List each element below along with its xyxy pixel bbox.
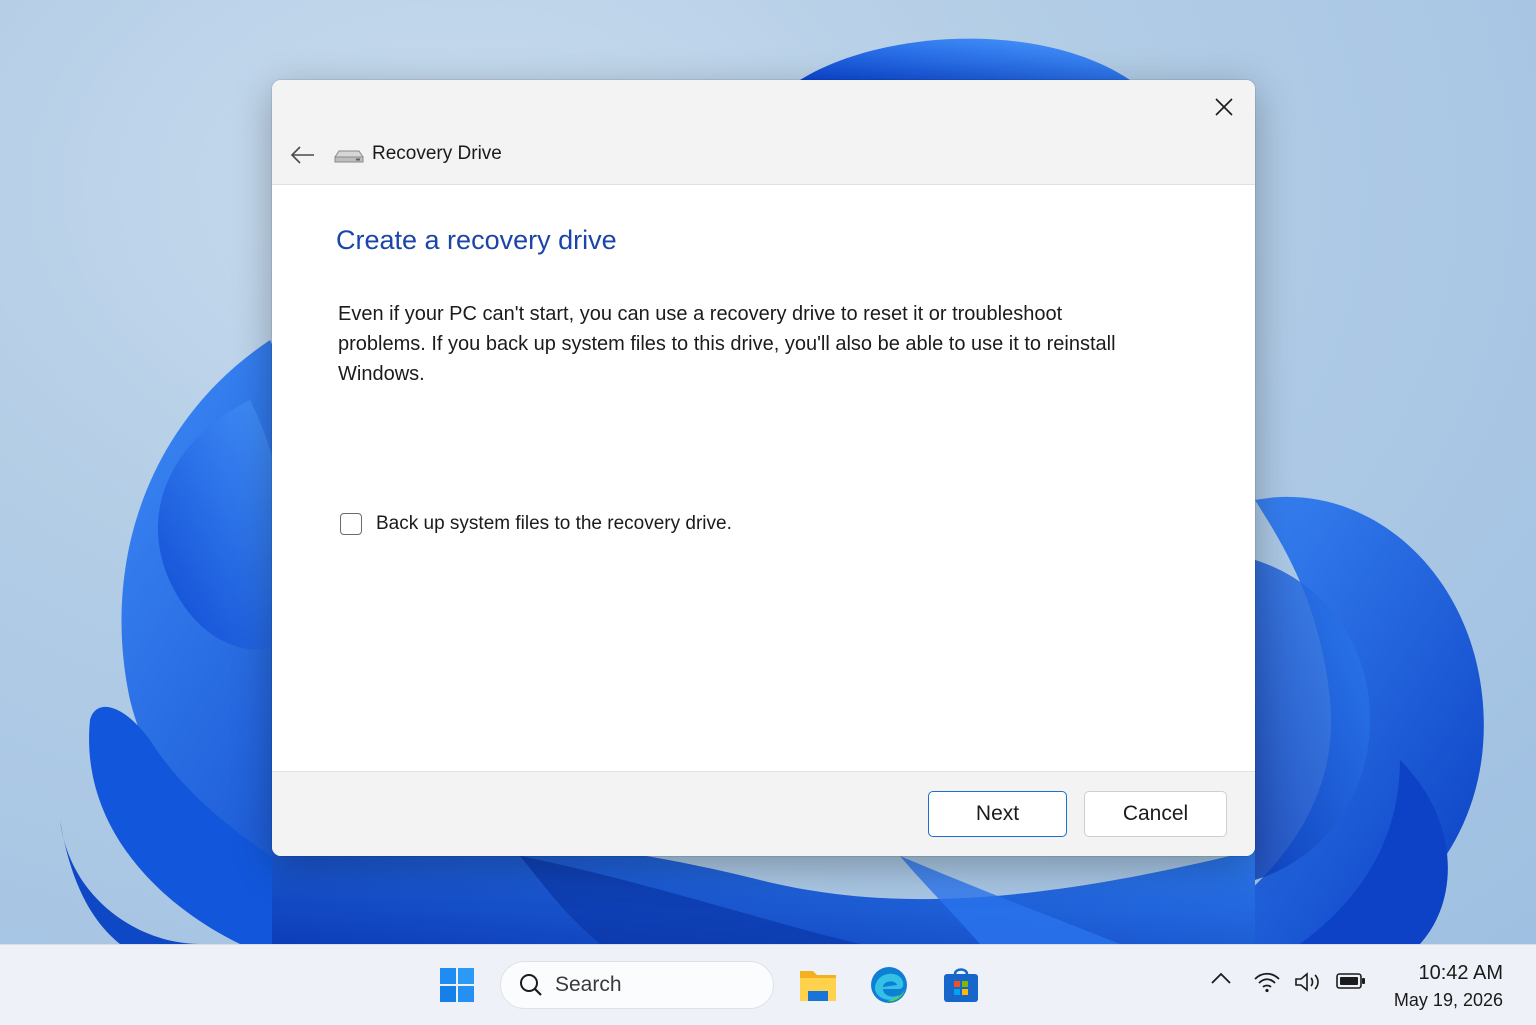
wifi-icon bbox=[1254, 972, 1280, 993]
backup-system-files-checkbox[interactable] bbox=[340, 513, 362, 535]
start-button[interactable] bbox=[437, 965, 477, 1005]
search-placeholder: Search bbox=[555, 973, 622, 996]
dialog-header: Recovery Drive bbox=[272, 80, 1255, 185]
show-hidden-icons-button[interactable] bbox=[1210, 971, 1232, 985]
backup-checkbox-label[interactable]: Back up system files to the recovery dri… bbox=[376, 513, 732, 535]
taskbar-search[interactable]: Search bbox=[500, 961, 774, 1009]
dialog-footer: Next Cancel bbox=[272, 771, 1255, 856]
file-explorer-icon bbox=[800, 971, 836, 1001]
microsoft-store-icon bbox=[944, 968, 978, 1002]
drive-icon bbox=[334, 150, 364, 163]
taskbar-edge[interactable] bbox=[869, 965, 909, 1005]
network-button[interactable] bbox=[1254, 971, 1280, 993]
search-icon bbox=[520, 974, 542, 996]
chevron-up-icon bbox=[1211, 972, 1231, 984]
cancel-button[interactable]: Cancel bbox=[1084, 791, 1227, 837]
taskbar-file-explorer[interactable] bbox=[798, 965, 838, 1005]
close-icon bbox=[1215, 98, 1233, 116]
battery-icon bbox=[1336, 973, 1365, 989]
description-text: Even if your PC can't start, you can use… bbox=[338, 303, 1116, 385]
edge-icon bbox=[871, 967, 907, 1003]
dialog-body: Create a recovery drive Even if your PC … bbox=[272, 185, 1255, 771]
back-arrow-icon bbox=[291, 146, 314, 164]
taskbar-clock[interactable]: 10:42 AM May 19, 2026 bbox=[1394, 959, 1503, 1013]
taskbar-store[interactable] bbox=[941, 965, 981, 1005]
next-button[interactable]: Next bbox=[928, 791, 1067, 837]
taskbar: Search 10:42 AM May 19, 2026 bbox=[0, 944, 1536, 1025]
page-heading: Create a recovery drive bbox=[336, 225, 617, 255]
clock-time: 10:42 AM bbox=[1418, 962, 1503, 984]
close-button[interactable] bbox=[1207, 90, 1241, 124]
recovery-drive-dialog: Recovery Drive Create a recovery drive E… bbox=[272, 80, 1255, 856]
start-icon bbox=[440, 968, 474, 1002]
backup-checkbox-row[interactable]: Back up system files to the recovery dri… bbox=[340, 513, 732, 535]
volume-button[interactable] bbox=[1294, 971, 1324, 993]
clock-date: May 19, 2026 bbox=[1393, 990, 1503, 1010]
volume-icon bbox=[1295, 972, 1319, 992]
battery-button[interactable] bbox=[1336, 971, 1366, 991]
back-button[interactable] bbox=[288, 140, 318, 170]
dialog-title: Recovery Drive bbox=[372, 143, 502, 164]
